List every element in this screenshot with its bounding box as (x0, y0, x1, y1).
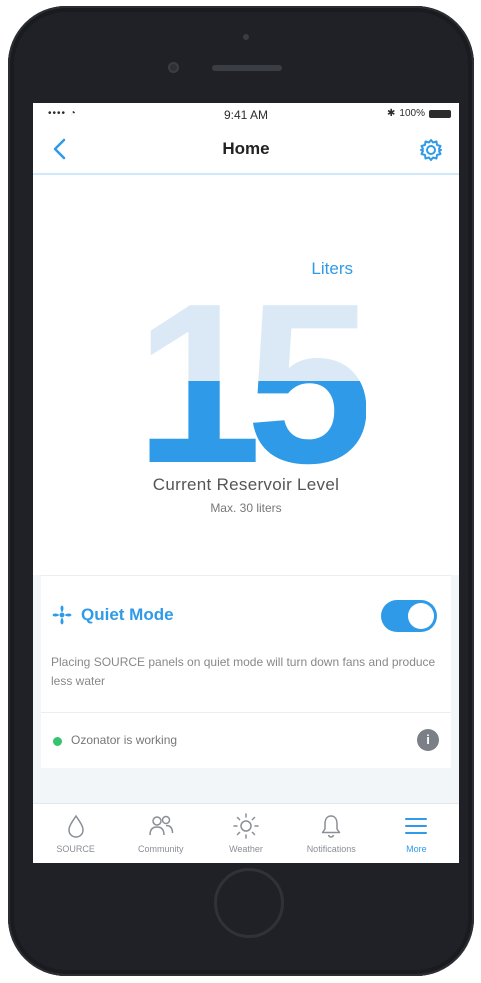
tab-label: Community (138, 844, 184, 854)
toggle-knob (408, 603, 434, 629)
ozonator-status-row: Ozonator is working i (41, 712, 451, 768)
bell-icon (321, 815, 341, 838)
tab-label: More (406, 844, 427, 854)
tab-source[interactable]: SOURCE (33, 804, 118, 863)
tab-weather[interactable]: Weather (203, 804, 288, 863)
tab-more[interactable]: More (374, 804, 459, 863)
tab-label: SOURCE (56, 844, 95, 854)
app-screen: •••• ◔ 9:41 AM ✱ 100% Home Liters 15 15 … (33, 103, 459, 863)
front-camera (168, 62, 179, 73)
reservoir-level-panel: Liters 15 15 Current Reservoir Level Max… (33, 175, 459, 575)
tab-label: Weather (229, 844, 263, 854)
earpiece-speaker (212, 65, 282, 71)
tab-community[interactable]: Community (118, 804, 203, 863)
home-button[interactable] (214, 868, 284, 938)
quiet-mode-description: Placing SOURCE panels on quiet mode will… (51, 655, 436, 688)
tab-bar: SOURCE Community Weather Notifications M… (33, 803, 459, 863)
reservoir-level-figure: 15 15 (135, 290, 366, 470)
tab-label: Notifications (306, 844, 356, 854)
battery-icon (429, 109, 451, 118)
tab-notifications[interactable]: Notifications (289, 804, 374, 863)
fan-icon (52, 605, 72, 625)
proximity-sensor (243, 34, 249, 40)
level-caption: Current Reservoir Level (152, 475, 340, 494)
info-icon[interactable]: i (417, 729, 439, 751)
level-max-label: Max. 30 liters (210, 501, 282, 515)
status-dot-icon (53, 737, 62, 746)
people-icon (149, 815, 174, 836)
gear-icon (420, 139, 442, 161)
navigation-bar: Home (33, 125, 459, 175)
page-title: Home (222, 139, 270, 158)
ozonator-status-text: Ozonator is working (71, 733, 178, 747)
level-unit-label: Liters (311, 259, 353, 278)
quiet-mode-card: Quiet Mode Placing SOURCE panels on quie… (41, 575, 451, 713)
quiet-mode-title: Quiet Mode (81, 605, 174, 624)
quiet-mode-toggle[interactable] (381, 600, 437, 632)
sun-icon (233, 813, 259, 839)
quiet-mode-header: Quiet Mode (51, 604, 174, 626)
bluetooth-icon: ✱ (387, 108, 396, 119)
battery-percent: 100% (399, 108, 425, 119)
battery-status: ✱ 100% (387, 108, 451, 119)
settings-button[interactable] (417, 136, 445, 164)
menu-icon (405, 818, 428, 834)
drop-icon (67, 814, 84, 838)
status-bar: •••• ◔ 9:41 AM ✱ 100% (33, 103, 459, 125)
